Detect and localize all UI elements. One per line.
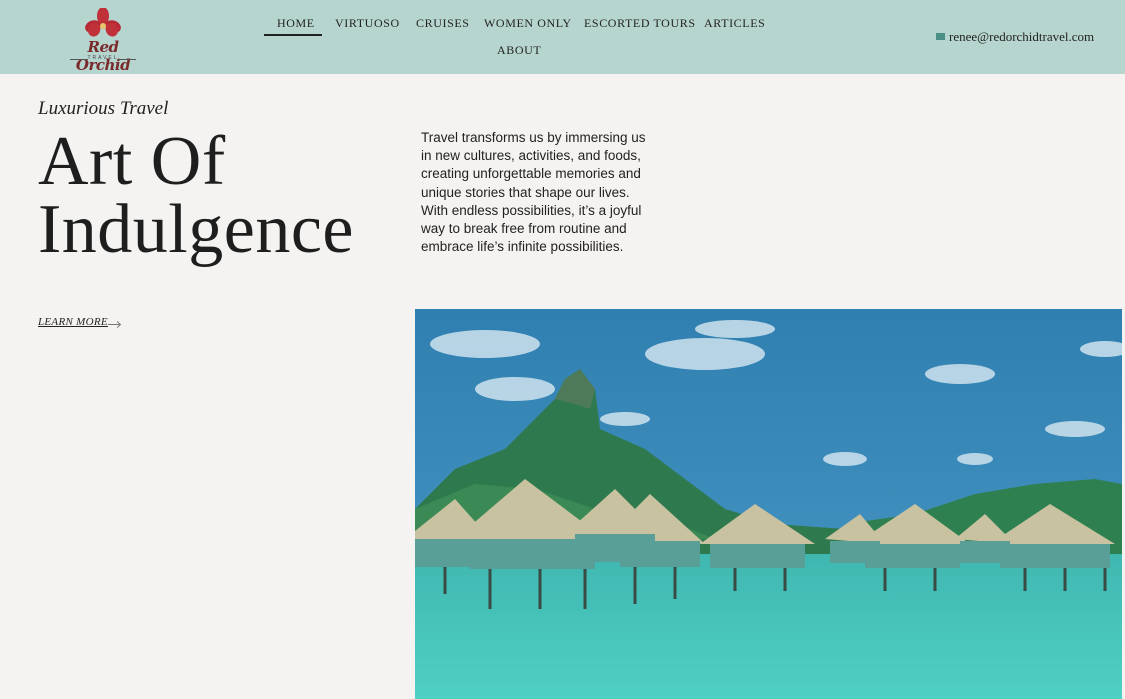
- nav-item-articles[interactable]: ARTICLES: [704, 16, 765, 31]
- nav-active-indicator: [264, 34, 322, 36]
- hero-photo: [415, 309, 1122, 699]
- site-header: Red Orchid TRAVEL HOME VIRTUOSO CRUISES …: [0, 0, 1125, 74]
- email-text[interactable]: renee@redorchidtravel.com: [949, 29, 1094, 44]
- contact-email[interactable]: renee@redorchidtravel.com: [936, 29, 1094, 45]
- arrow-right-icon: [108, 324, 120, 325]
- nav-item-home[interactable]: HOME: [277, 16, 315, 31]
- hero-title-line2: Indulgence: [38, 191, 354, 268]
- orchid-icon: [85, 8, 121, 37]
- nav-item-virtuoso[interactable]: VIRTUOSO: [335, 16, 400, 31]
- brand-tagline: TRAVEL: [87, 55, 119, 61]
- mail-icon: [936, 33, 945, 40]
- nav-item-cruises[interactable]: CRUISES: [416, 16, 470, 31]
- hero-title-line1: Art Of: [38, 123, 226, 200]
- nav-item-about[interactable]: ABOUT: [497, 43, 541, 58]
- hero-copy: Travel transforms us by immersing us in …: [421, 130, 646, 255]
- logo-divider: [118, 59, 136, 60]
- nav-item-women-only[interactable]: WOMEN ONLY: [484, 16, 572, 31]
- brand-logo[interactable]: Red Orchid TRAVEL: [62, 8, 144, 74]
- hero-photo-overwater-bungalows: [415, 309, 1122, 699]
- hero-eyebrow: Luxurious Travel: [38, 98, 169, 119]
- learn-more-link[interactable]: LEARN MORE: [38, 316, 108, 328]
- hero-title: Art Of Indulgence: [38, 123, 354, 268]
- nav-item-escorted-tours[interactable]: ESCORTED TOURS: [584, 16, 696, 31]
